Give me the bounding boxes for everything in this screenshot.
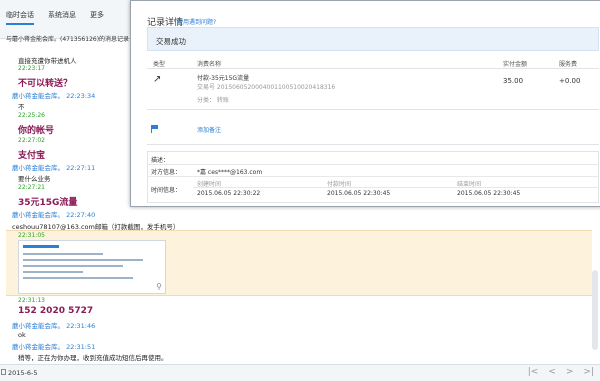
record-detail-panel: 记录详情 使用遇到问题? 交易成功 类型 消费名称 实付金额 服务费 ↗ 付款-… <box>130 0 600 207</box>
col-header-name: 消费名称 <box>197 61 222 68</box>
nav-tabs: 临时会话 系统消息 更多 <box>0 10 104 25</box>
time-label: 时间信息： <box>151 187 182 194</box>
thumbnail-line <box>23 277 133 279</box>
col-header-fee: 服务费 <box>559 61 578 68</box>
message-time: 22:23:17 <box>18 65 45 72</box>
prev-page-button[interactable]: < <box>548 367 556 377</box>
screenshot-thumbnail[interactable]: ⚲ <box>18 240 166 294</box>
thumbnail-header <box>23 245 59 248</box>
tab-system-messages[interactable]: 系统消息 <box>48 10 76 25</box>
message-text: 不可以转送？ <box>18 79 73 89</box>
scrollbar[interactable] <box>592 270 598 350</box>
message-text: 稍等，正在为你办理，收到充值成功短信后再使用。 <box>18 354 168 362</box>
transaction-number: 交易号 2015060520004001100510020418316 <box>197 84 336 91</box>
message-text: 35元15G流量 <box>18 198 78 208</box>
divider <box>147 109 599 110</box>
category-label: 分类： 转账 <box>197 97 229 104</box>
zoom-icon[interactable]: ⚲ <box>156 282 162 291</box>
thumbnail-line <box>23 259 143 261</box>
message-sender[interactable]: 蘑小蒋金能会库。 22:31:46 <box>12 320 95 330</box>
thumbnail-line <box>23 271 83 273</box>
divider <box>147 164 599 165</box>
message-time: 22:27:21 <box>18 184 45 191</box>
divider <box>147 144 599 145</box>
message-sender[interactable]: 蘑小蒋金能会库。 22:31:51 <box>12 341 95 351</box>
calendar-icon[interactable] <box>1 369 6 375</box>
desc-label: 描述： <box>151 157 170 164</box>
divider <box>147 68 599 69</box>
message-text: 要什么业务 <box>18 175 51 183</box>
message-time: 22:31:13 <box>18 297 45 304</box>
status-banner: 交易成功 <box>147 27 599 51</box>
message-sender[interactable]: 蘑小蒋金能会库。 22:27:11 <box>12 162 95 172</box>
first-page-button[interactable]: |< <box>528 367 539 377</box>
message-time: 22:27:02 <box>18 137 45 144</box>
divider <box>193 187 599 188</box>
thumbnail-line <box>23 265 123 267</box>
transfer-out-icon: ↗ <box>153 74 162 85</box>
message-text: 不 <box>18 103 25 111</box>
item-name: 付款-35元15G流量 <box>197 75 250 82</box>
message-time: 22:25:26 <box>18 112 45 119</box>
time-paid: 2015.06.05 22:30:45 <box>327 190 391 197</box>
message-sender[interactable]: 蘑小蒋金能会库。 22:23:34 <box>12 90 95 100</box>
thumbnail-line <box>23 253 103 255</box>
tab-more[interactable]: 更多 <box>90 10 104 25</box>
message-time: 22:31:05 <box>18 232 45 239</box>
fee-value: +0.00 <box>559 77 581 85</box>
time-finished: 2015.06.05 22:30:45 <box>457 190 521 197</box>
tab-temp-session[interactable]: 临时会话 <box>6 10 34 25</box>
party-label: 对方信息： <box>151 169 182 176</box>
bottom-toolbar: 2015-6-5 |< < > >| <box>0 364 600 381</box>
time-created: 2015.06.05 22:30:22 <box>197 190 261 197</box>
party-value: *嘉 ces****@163.com <box>197 169 263 176</box>
message-text: 152 2020 5727 <box>18 306 94 316</box>
history-date[interactable]: 2015-6-5 <box>8 369 38 377</box>
divider <box>147 176 599 177</box>
next-page-button[interactable]: > <box>566 367 574 377</box>
message-text: 你的帐号 <box>18 126 55 136</box>
add-note-link[interactable]: 添加备注 <box>197 125 221 134</box>
message-text: 直接充遭你带进机人 <box>18 57 77 65</box>
message-text: 支付宝 <box>18 151 46 161</box>
last-page-button[interactable]: >| <box>583 367 594 377</box>
pager: |< < > >| <box>528 367 594 377</box>
help-link[interactable]: 使用遇到问题? <box>177 17 216 26</box>
status-text: 交易成功 <box>156 37 186 46</box>
col-header-amount: 实付金额 <box>503 61 528 68</box>
message-sender[interactable]: 蘑小蒋金能会库。 22:27:40 <box>12 209 95 219</box>
amount-value: 35.00 <box>503 77 524 85</box>
message-text: ok <box>18 331 26 339</box>
col-header-type: 类型 <box>153 61 166 68</box>
